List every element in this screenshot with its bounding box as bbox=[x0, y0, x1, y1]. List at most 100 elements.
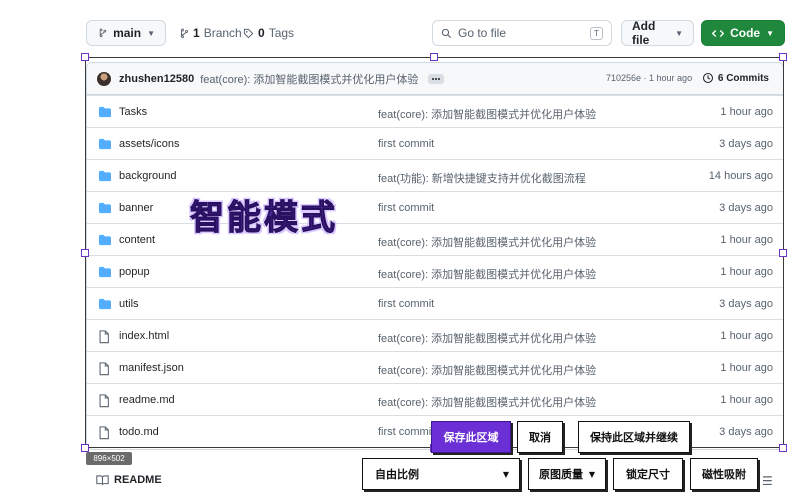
folder-icon bbox=[98, 202, 112, 217]
outline-menu-icon[interactable]: ☰ bbox=[762, 474, 773, 488]
keep-region-continue-button[interactable]: 保持此区域并继续 bbox=[578, 421, 690, 453]
caret-down-icon: ▼ bbox=[588, 469, 595, 479]
file-commit-time: 3 days ago bbox=[719, 298, 773, 310]
file-icon bbox=[98, 426, 110, 443]
file-name[interactable]: utils bbox=[119, 298, 139, 310]
branches-count: 1 bbox=[193, 26, 200, 40]
caret-down-icon: ▼ bbox=[147, 28, 155, 38]
file-name[interactable]: content bbox=[119, 234, 155, 246]
avatar[interactable] bbox=[97, 71, 111, 86]
file-commit-time: 1 hour ago bbox=[720, 394, 773, 406]
file-row[interactable]: utils first commit 3 days ago bbox=[87, 287, 783, 319]
caret-down-icon: ▼ bbox=[502, 469, 509, 479]
folder-icon bbox=[98, 106, 112, 121]
resize-handle-sw[interactable] bbox=[81, 444, 89, 452]
file-name[interactable]: banner bbox=[119, 202, 153, 214]
file-commit-time: 1 hour ago bbox=[720, 330, 773, 342]
file-row[interactable]: popup feat(core): 添加智能截图模式并优化用户体验 1 hour a… bbox=[87, 255, 783, 287]
file-commit-message[interactable]: feat(core): 添加智能截图模式并优化用户体验 bbox=[378, 266, 596, 282]
folder-icon bbox=[98, 298, 112, 313]
commits-label: 6 Commits bbox=[717, 72, 769, 84]
folder-icon bbox=[98, 138, 112, 153]
expand-commit-button[interactable] bbox=[428, 73, 445, 84]
file-commit-message[interactable]: feat(功能): 新增快捷键支持并优化截图流程 bbox=[378, 170, 586, 186]
search-icon bbox=[441, 28, 452, 38]
commit-hash-time[interactable]: 710256e · 1 hour ago bbox=[606, 73, 692, 83]
resize-handle-n[interactable] bbox=[430, 53, 438, 61]
folder-icon bbox=[98, 266, 112, 281]
cancel-button[interactable]: 取消 bbox=[517, 421, 563, 453]
file-commit-time: 3 days ago bbox=[719, 138, 773, 150]
resize-handle-e[interactable] bbox=[779, 249, 787, 257]
save-region-button[interactable]: 保存此区域 bbox=[431, 421, 511, 453]
file-name[interactable]: index.html bbox=[119, 330, 169, 342]
magnetic-snap-button[interactable]: 磁性吸附 bbox=[690, 458, 758, 490]
aspect-ratio-select[interactable]: 自由比例 ▼ bbox=[362, 458, 520, 490]
commit-author[interactable]: zhushen12580 bbox=[119, 73, 194, 85]
add-file-label: Add file bbox=[632, 19, 656, 47]
code-icon bbox=[712, 29, 725, 37]
file-commit-message[interactable]: first commit bbox=[378, 138, 434, 150]
file-name[interactable]: popup bbox=[119, 266, 150, 278]
file-commit-message[interactable]: feat(core): 添加智能截图模式并优化用户体验 bbox=[378, 234, 596, 250]
code-button[interactable]: Code ▼ bbox=[701, 20, 785, 46]
file-commit-message[interactable]: feat(core): 添加智能截图模式并优化用户体验 bbox=[378, 394, 596, 410]
file-row[interactable]: manifest.json feat(core): 添加智能截图模式并优化用户体验… bbox=[87, 351, 783, 383]
file-commit-message[interactable]: feat(core): 添加智能截图模式并优化用户体验 bbox=[378, 362, 596, 378]
file-row[interactable]: index.html feat(core): 添加智能截图模式并优化用户体验 1 h… bbox=[87, 319, 783, 351]
file-commit-message[interactable]: feat(core): 添加智能截图模式并优化用户体验 bbox=[378, 106, 596, 122]
tags-count: 0 bbox=[258, 26, 265, 40]
repo-toolbar: main ▼ 1 Branch 0 Tags Go to file T Add … bbox=[0, 0, 800, 60]
image-quality-label: 原图质量 bbox=[539, 468, 583, 481]
file-name[interactable]: readme.md bbox=[119, 394, 175, 406]
add-file-button[interactable]: Add file ▼ bbox=[621, 19, 694, 47]
lock-size-button[interactable]: 锁定尺寸 bbox=[613, 458, 683, 490]
file-commit-time: 1 hour ago bbox=[720, 362, 773, 374]
tags-label: Tags bbox=[268, 26, 295, 40]
file-name[interactable]: manifest.json bbox=[119, 362, 184, 374]
git-branch-icon bbox=[180, 28, 189, 38]
file-row[interactable]: background feat(功能): 新增快捷键支持并优化截图流程 14 hou… bbox=[87, 159, 783, 191]
git-branch-icon bbox=[99, 28, 107, 38]
tag-icon bbox=[243, 28, 254, 38]
file-name[interactable]: assets/icons bbox=[119, 138, 180, 150]
file-name[interactable]: todo.md bbox=[119, 426, 159, 438]
file-name[interactable]: Tasks bbox=[119, 106, 147, 118]
code-label: Code bbox=[730, 26, 761, 40]
file-icon bbox=[98, 394, 110, 411]
readme-tab[interactable]: README bbox=[96, 474, 162, 486]
go-to-file-input[interactable]: Go to file T bbox=[432, 20, 612, 46]
file-row[interactable]: Tasks feat(core): 添加智能截图模式并优化用户体验 1 hour a… bbox=[87, 95, 783, 127]
resize-handle-se[interactable] bbox=[779, 444, 787, 452]
latest-commit-bar: zhushen12580 feat(core): 添加智能截图模式并优化用户体验… bbox=[87, 63, 783, 95]
resize-handle-nw[interactable] bbox=[81, 53, 89, 61]
file-commit-time: 1 hour ago bbox=[720, 106, 773, 118]
file-commit-message[interactable]: feat(core): 添加智能截图模式并优化用户体验 bbox=[378, 330, 596, 346]
file-commit-time: 14 hours ago bbox=[708, 170, 773, 182]
book-icon bbox=[96, 475, 109, 485]
mode-banner: 智能模式 bbox=[190, 198, 338, 239]
image-quality-select[interactable]: 原图质量 ▼ bbox=[528, 458, 606, 490]
file-commit-message[interactable]: first commit bbox=[378, 202, 434, 214]
file-browser: zhushen12580 feat(core): 添加智能截图模式并优化用户体验… bbox=[86, 62, 784, 450]
selection-size-badge: 896×502 bbox=[86, 452, 132, 465]
file-commit-message[interactable]: first commit bbox=[378, 426, 434, 438]
branch-selector[interactable]: main ▼ bbox=[86, 20, 166, 46]
caret-down-icon: ▼ bbox=[675, 28, 683, 38]
commit-message[interactable]: feat(core): 添加智能截图模式并优化用户体验 bbox=[200, 71, 418, 87]
file-commit-time: 3 days ago bbox=[719, 202, 773, 214]
file-icon bbox=[98, 362, 110, 379]
file-row[interactable]: assets/icons first commit 3 days ago bbox=[87, 127, 783, 159]
branches-link[interactable]: 1 Branch bbox=[178, 26, 242, 40]
file-row[interactable]: readme.md feat(core): 添加智能截图模式并优化用户体验 1 ho… bbox=[87, 383, 783, 415]
file-icon bbox=[98, 330, 110, 347]
history-icon bbox=[702, 72, 713, 84]
file-commit-message[interactable]: first commit bbox=[378, 298, 434, 310]
readme-label: README bbox=[114, 474, 162, 486]
file-commit-time: 1 hour ago bbox=[720, 234, 773, 246]
resize-handle-ne[interactable] bbox=[779, 53, 787, 61]
resize-handle-w[interactable] bbox=[81, 249, 89, 257]
commits-history-link[interactable]: 6 Commits bbox=[702, 72, 769, 84]
file-name[interactable]: background bbox=[119, 170, 177, 182]
tags-link[interactable]: 0 Tags bbox=[243, 26, 294, 40]
